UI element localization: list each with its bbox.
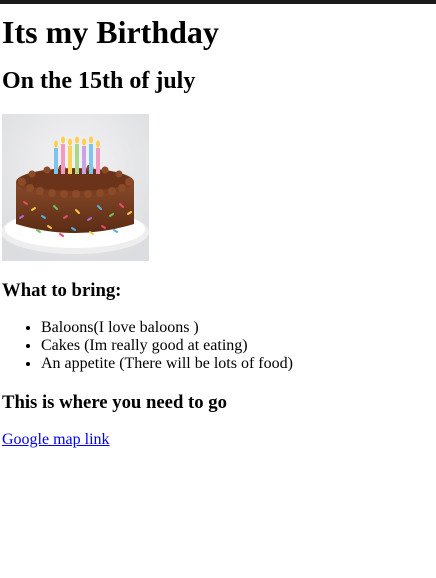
page-title: Its my Birthday xyxy=(2,14,219,50)
page-content: Its my Birthday On the 15th of july What… xyxy=(2,4,434,449)
page-subtitle: On the 15th of july xyxy=(2,68,196,94)
list-item: Cakes (Im really good at eating) xyxy=(41,337,434,355)
bring-list: Baloons(I love baloons ) Cakes (Im reall… xyxy=(2,319,434,373)
list-item: Baloons(I love baloons ) xyxy=(41,319,434,337)
list-item: An appetite (There will be lots of food) xyxy=(41,355,434,373)
google-map-link[interactable]: Google map link xyxy=(2,431,110,449)
bring-heading: What to bring: xyxy=(2,280,122,301)
location-heading: This is where you need to go xyxy=(2,392,227,413)
birthday-cake-image xyxy=(2,114,149,261)
